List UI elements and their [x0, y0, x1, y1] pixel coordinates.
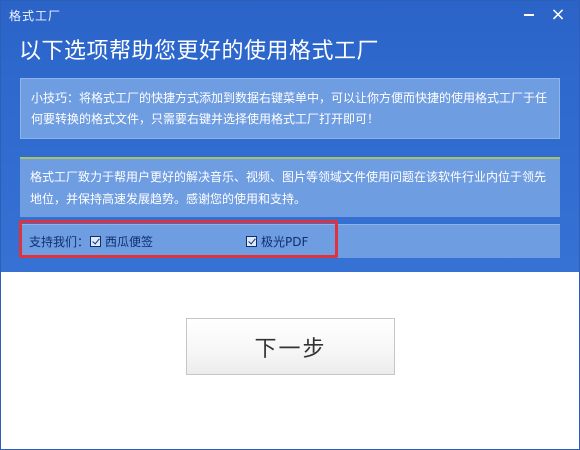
close-button[interactable]: × [545, 2, 571, 28]
window-title: 格式工厂 [9, 9, 62, 23]
checkbox-checked-icon[interactable] [90, 235, 101, 247]
page-title: 以下选项帮助您更好的使用格式工厂 [19, 39, 380, 64]
support-options-row: 支持我们： 西瓜便签 极光PDF [20, 224, 560, 258]
next-step-button[interactable]: 下一步 [186, 318, 395, 375]
minimize-button[interactable] [516, 2, 542, 28]
info-text: 格式工厂致力于帮用户更好的解决音乐、视频、图片等领域文件使用问题在该软件行业内位… [30, 170, 547, 206]
tip-text: 小技巧：将格式工厂的快捷方式添加到数据右键菜单中，可以让你方便而快捷的使用格式工… [31, 91, 548, 126]
option-xigua-notes[interactable]: 西瓜便签 [90, 232, 153, 250]
option-jiguang-pdf[interactable]: 极光PDF [246, 232, 308, 250]
checkbox-checked-icon[interactable] [246, 235, 257, 247]
support-label: 支持我们： [29, 235, 90, 249]
header-panel: 格式工厂 × 以下选项帮助您更好的使用格式工厂 小技巧：将格式工厂的快捷方式添加… [0, 0, 580, 272]
option-label: 极光PDF [261, 234, 309, 249]
close-icon: × [550, 4, 566, 25]
title-bar: 格式工厂 × [0, 0, 580, 30]
minimize-icon [524, 14, 534, 16]
info-panel: 格式工厂致力于帮用户更好的解决音乐、视频、图片等领域文件使用问题在该软件行业内位… [20, 157, 560, 217]
option-label: 西瓜便签 [105, 234, 154, 249]
installer-window: 格式工厂 × 以下选项帮助您更好的使用格式工厂 小技巧：将格式工厂的快捷方式添加… [0, 0, 580, 450]
tip-panel: 小技巧：将格式工厂的快捷方式添加到数据右键菜单中，可以让你方便而快捷的使用格式工… [20, 78, 560, 139]
